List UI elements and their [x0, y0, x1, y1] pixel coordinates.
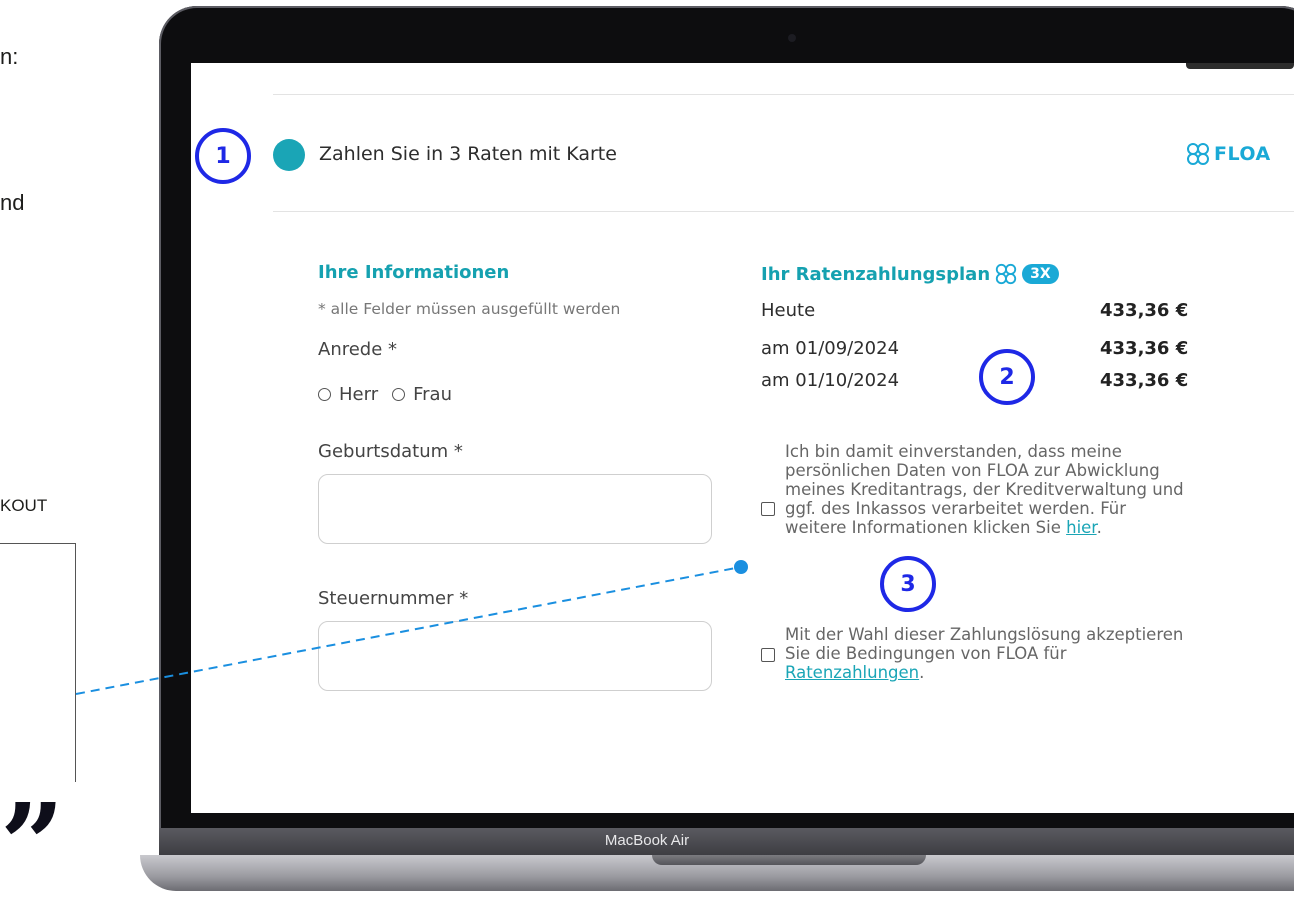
annotation-marker-1: 1: [195, 128, 251, 184]
annotation-marker-3: 3: [880, 556, 936, 612]
annotation-connector: [75, 560, 748, 695]
annotation-marker-2: 2: [979, 349, 1035, 405]
